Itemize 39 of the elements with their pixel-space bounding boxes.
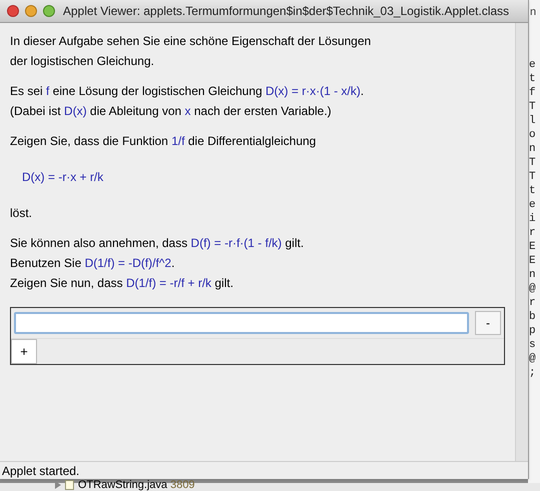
instruction-line: D(x) = -r·x + r/k [21,169,104,186]
code-text: T [529,170,536,184]
code-text: b [529,310,536,324]
instruction-line: In dieser Aufgabe sehen Sie eine schöne Eigenschaft der Lösungen [10,33,372,50]
code-text: p [529,324,536,338]
code-text: n [529,142,536,156]
code-text: ; [529,366,536,380]
code-text: r [529,296,536,310]
remove-button[interactable]: - [475,311,501,335]
code-text: @ [529,282,536,296]
code-text: s [529,338,536,352]
code-text: @ [529,352,536,366]
code-text: E [529,254,536,268]
code-text: r [529,226,536,240]
code-text: T [529,100,536,114]
file-tree-item[interactable]: OTRawString.java 3809 [78,479,195,491]
code-text: t [529,72,536,86]
code-text: e [529,198,536,212]
code-text: n [529,268,536,282]
window-title: Applet Viewer: applets.Termumformungen$in$der$Technik_03_Logistik.Applet.class [63,3,510,20]
code-text: o [529,128,536,142]
instruction-line: Zeigen Sie nun, dass D(1/f) = -r/f + r/k gilt. [10,275,234,292]
code-text: t [529,184,536,198]
code-text: E [529,240,536,254]
instruction-line: Zeigen Sie, dass die Funktion 1/f die Differentialgleichung [10,133,317,150]
code-text: e [529,58,536,72]
instruction-line: Sie können also annehmen, dass D(f) = -r·f·(1 - f/k) gilt. [10,235,305,252]
instruction-line: der logistischen Gleichung. [10,53,156,70]
instruction-line: Es sei f eine Lösung der logistischen Gleichung D(x) = r·x·(1 - x/k). [10,83,365,100]
instruction-line: löst. [10,205,34,222]
code-text: f [529,86,536,100]
code-text: T [529,156,536,170]
add-button[interactable]: + [11,339,37,364]
instruction-line: (Dabei ist D(x) die Ableitung von x nach der ersten Variable.) [10,103,332,120]
code-text: l [529,114,536,128]
status-text: Applet started. [1,462,80,480]
code-text: i [529,212,536,226]
code-text: n [530,5,536,20]
instruction-line: Benutzen Sie D(1/f) = -D(f)/f^2. [10,255,176,272]
